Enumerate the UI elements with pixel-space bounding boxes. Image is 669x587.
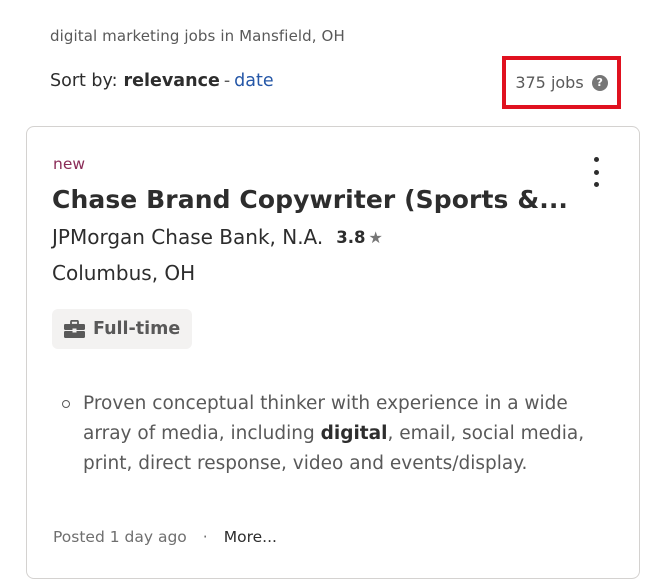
- job-footer: Posted 1 day ago · More...: [53, 528, 277, 546]
- job-count: 375 jobs: [515, 73, 584, 92]
- sort-separator: -: [223, 71, 231, 91]
- star-icon: ★: [368, 227, 383, 247]
- job-location: Columbus, OH: [52, 261, 196, 285]
- sort-bar: Sort by: relevance - date: [50, 71, 274, 91]
- company-rating: 3.8: [336, 227, 366, 247]
- new-badge: new: [53, 155, 86, 173]
- more-link[interactable]: More...: [224, 528, 277, 546]
- job-type-tag: Full-time: [52, 309, 193, 349]
- job-card[interactable]: new Chase Brand Copywriter (Sports &... …: [26, 126, 640, 579]
- footer-separator: ·: [202, 528, 208, 546]
- job-count-highlight: 375 jobs ?: [502, 56, 621, 109]
- job-type-label: Full-time: [93, 319, 181, 339]
- snippet-highlight: digital: [320, 423, 388, 444]
- company-row: JPMorgan Chase Bank, N.A. 3.8 ★: [52, 225, 383, 249]
- job-title[interactable]: Chase Brand Copywriter (Sports &...: [52, 185, 568, 214]
- briefcase-icon: [64, 320, 85, 338]
- sort-label: Sort by:: [50, 71, 118, 91]
- job-snippet: Proven conceptual thinker with experienc…: [61, 389, 611, 479]
- kebab-menu-icon[interactable]: [585, 155, 607, 189]
- sort-relevance: relevance: [123, 71, 220, 91]
- posted-date: Posted 1 day ago: [53, 528, 187, 546]
- snippet-bullet: Proven conceptual thinker with experienc…: [61, 389, 611, 479]
- company-name[interactable]: JPMorgan Chase Bank, N.A.: [52, 225, 323, 249]
- sort-date-link[interactable]: date: [234, 71, 273, 91]
- help-circle-icon[interactable]: ?: [591, 74, 608, 91]
- search-context: digital marketing jobs in Mansfield, OH: [50, 27, 345, 45]
